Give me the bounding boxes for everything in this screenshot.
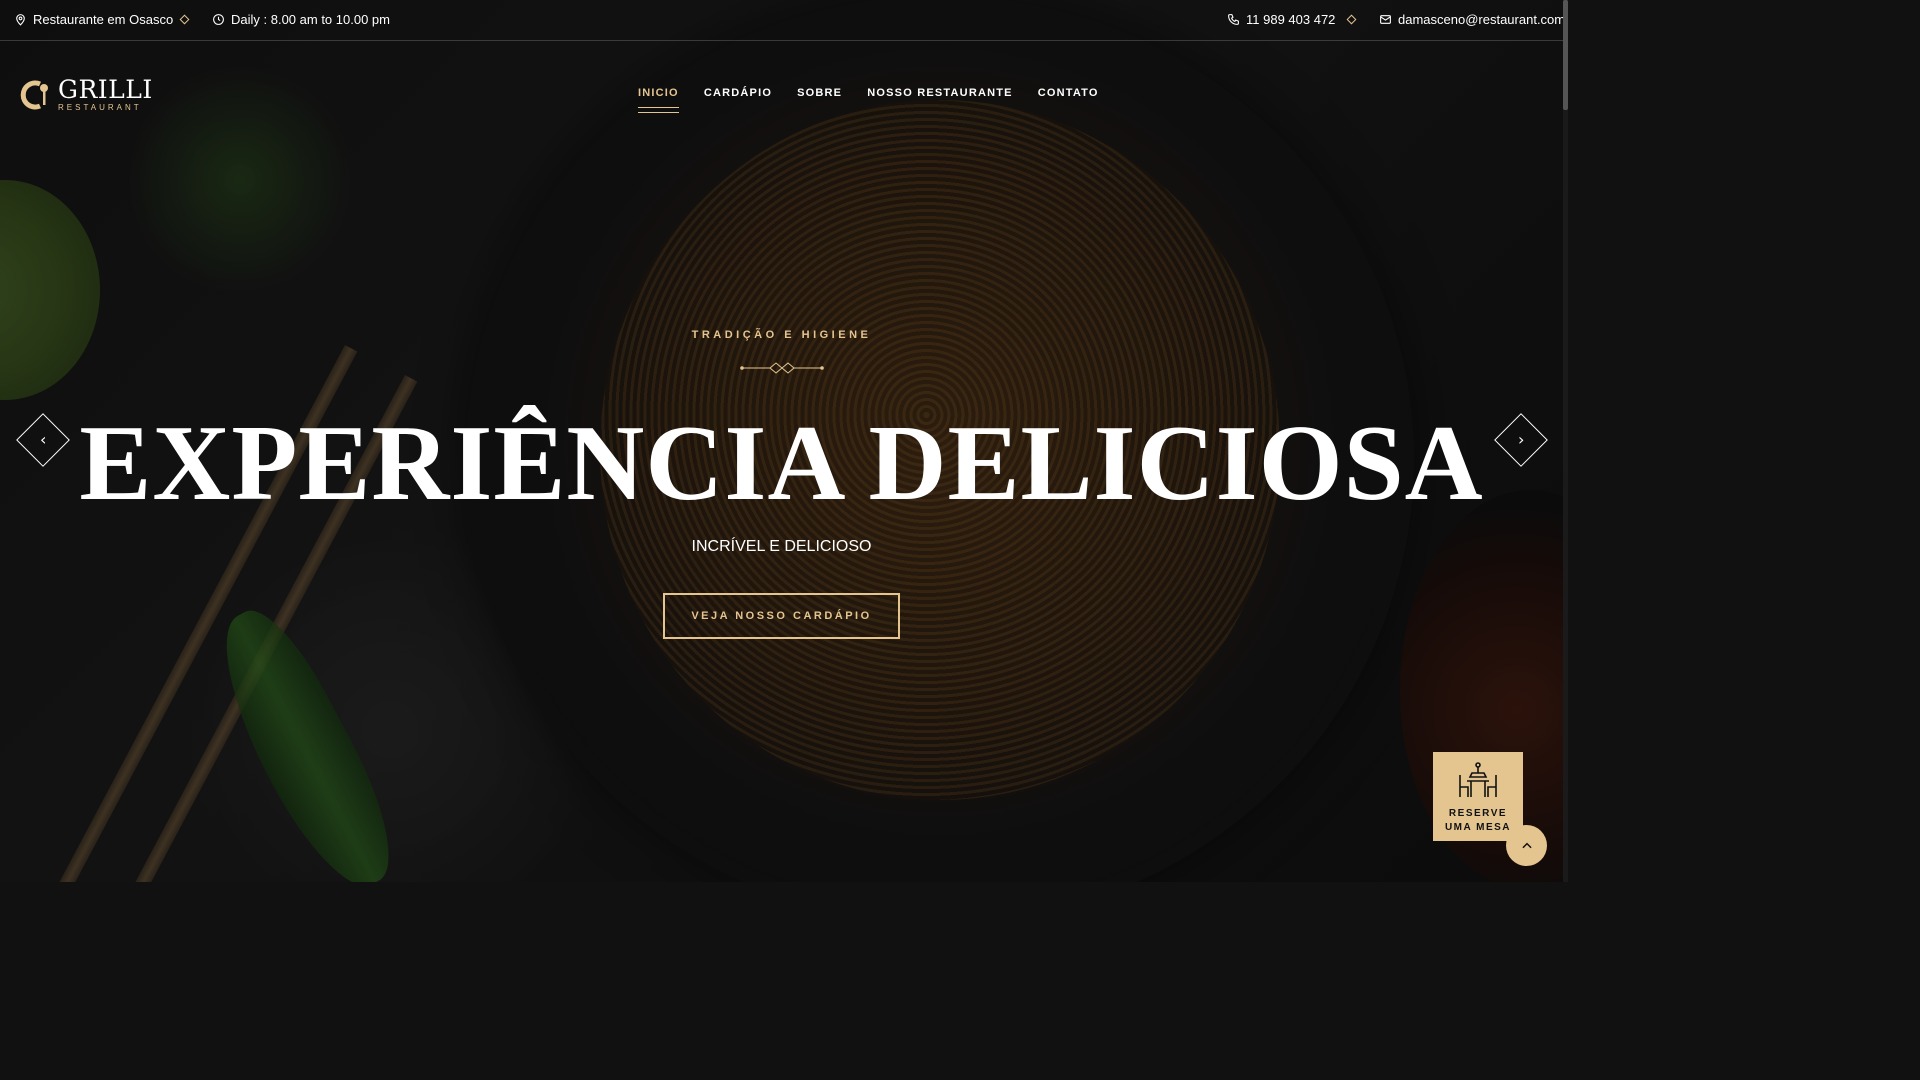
reserve-table-button[interactable]: RESERVE UMA MESA bbox=[1433, 752, 1523, 841]
chevron-right-icon: › bbox=[1517, 430, 1525, 449]
nav-item-nosso-restaurante[interactable]: NOSSO RESTAURANTE bbox=[867, 87, 1012, 113]
hours-text: Daily : 8.00 am to 10.00 pm bbox=[231, 12, 390, 27]
chevron-up-icon bbox=[1521, 842, 1532, 848]
logo-icon bbox=[20, 80, 48, 110]
hours-info: Daily : 8.00 am to 10.00 pm bbox=[212, 12, 390, 27]
map-pin-icon bbox=[16, 14, 25, 26]
back-to-top-button[interactable] bbox=[1506, 825, 1547, 866]
clock-icon bbox=[213, 14, 224, 25]
nav-item-sobre[interactable]: SOBRE bbox=[797, 87, 842, 113]
logo[interactable]: GRILLI RESTAURANT bbox=[18, 76, 153, 112]
reserve-label: RESERVE UMA MESA bbox=[1445, 807, 1511, 835]
email-info[interactable]: damasceno@restaurant.com bbox=[1379, 12, 1565, 27]
phone-info[interactable]: 11 989 403 472 bbox=[1227, 12, 1335, 27]
email-text[interactable]: damasceno@restaurant.com bbox=[1398, 12, 1565, 27]
nav-item-contato[interactable]: CONTATO bbox=[1038, 87, 1099, 113]
chevron-left-icon: ‹ bbox=[39, 430, 47, 449]
reserve-label-line1: RESERVE bbox=[1448, 808, 1508, 819]
phone-text[interactable]: 11 989 403 472 bbox=[1246, 12, 1335, 27]
location-text: Restaurante em Osasco bbox=[33, 12, 174, 27]
hero-headline: EXPERIÊNCIA DELICIOSA bbox=[79, 404, 1484, 523]
diamond-separator bbox=[179, 14, 190, 25]
main-nav: INICIO CARDÁPIO SOBRE NOSSO RESTAURANTE … bbox=[638, 87, 1099, 113]
phone-icon bbox=[1228, 14, 1239, 25]
table-icon bbox=[1459, 762, 1497, 797]
nav-item-cardapio[interactable]: CARDÁPIO bbox=[704, 87, 772, 113]
reserve-label-line2: UMA MESA bbox=[1444, 822, 1512, 833]
nav-item-inicio[interactable]: INICIO bbox=[638, 87, 679, 113]
top-info-bar: Restaurante em Osasco Daily : 8.00 am to… bbox=[0, 0, 1568, 41]
ornament-separator-icon bbox=[740, 362, 824, 374]
mail-icon bbox=[1380, 15, 1391, 24]
logo-name: GRILLI bbox=[58, 74, 153, 104]
scrollbar[interactable] bbox=[1563, 0, 1568, 882]
location-info: Restaurante em Osasco bbox=[14, 12, 173, 27]
view-menu-button[interactable]: VEJA NOSSO CARDÁPIO bbox=[663, 593, 900, 639]
logo-subtitle: RESTAURANT bbox=[58, 102, 142, 112]
hero-subtitle: TRADIÇÃO E HIGIENE bbox=[691, 329, 872, 341]
diamond-separator bbox=[1346, 14, 1357, 25]
scrollbar-thumb[interactable] bbox=[1563, 0, 1568, 110]
hero-tagline: INCRÍVEL E DELICIOSO bbox=[691, 538, 872, 555]
